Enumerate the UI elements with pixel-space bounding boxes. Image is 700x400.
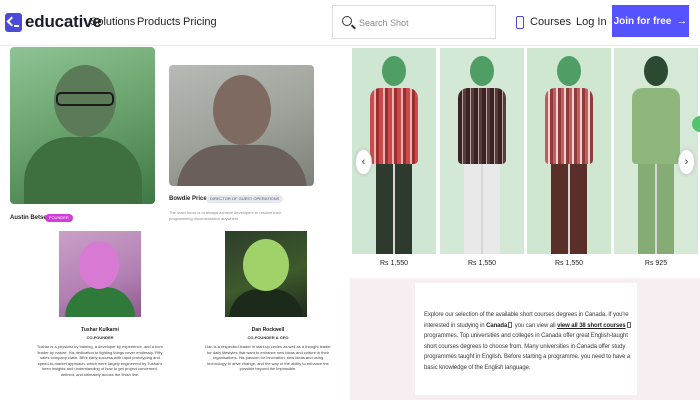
checked-shirt: [458, 88, 506, 164]
bowdie-role-badge: DIRECTOR OF GUEST OPERATIONS: [206, 195, 284, 203]
austin-photo: [10, 47, 155, 204]
nav-products[interactable]: Products: [137, 16, 180, 28]
info-panel: Explore our selection of the available s…: [350, 278, 700, 400]
info-paragraph: Explore our selection of the available s…: [424, 310, 632, 374]
nav-pricing[interactable]: Pricing: [183, 16, 217, 28]
green-shirt: [632, 88, 680, 164]
dan-name: Dan Rockwell: [251, 327, 285, 333]
austin-shirt: [24, 137, 142, 204]
model-legs: [464, 162, 500, 254]
country-text: Canada: [486, 322, 508, 329]
bowdie-photo: [169, 65, 314, 186]
team-section: Austin Betser FOUNDER Bowdie Price DIREC…: [0, 47, 350, 229]
info-text-2: you can view all: [513, 322, 558, 329]
view-all-courses-link[interactable]: view all 38 short courses: [557, 323, 626, 329]
austin-name: Austin Betser: [10, 215, 50, 221]
arrow-right-icon: →: [676, 15, 688, 27]
search-input[interactable]: [359, 15, 489, 31]
model-legs: [551, 162, 587, 254]
product-carousel: Rs 1,550 Rs 1,550 Rs 1,550 Rs 925 ‹ ›: [350, 46, 700, 278]
bowdie-head: [213, 75, 271, 145]
dan-photo: [225, 231, 307, 317]
join-for-free-button[interactable]: Join for free →: [612, 5, 689, 37]
model-head: [557, 56, 581, 86]
tushar-photo: [59, 231, 141, 317]
austin-role-badge: FOUNDER: [45, 214, 73, 222]
bowdie-name: Bowdie Price: [169, 196, 207, 202]
model-legs: [638, 162, 674, 254]
educative-logo-icon: [5, 12, 22, 32]
educative-logo[interactable]: educative: [5, 12, 102, 32]
tushar-role: CO-FOUNDER: [86, 335, 114, 340]
product-image[interactable]: [527, 48, 611, 254]
product-price: Rs 925: [644, 260, 668, 267]
courses-link[interactable]: Courses: [516, 14, 571, 30]
search-icon[interactable]: [342, 16, 352, 26]
tushar-shirt: [65, 287, 135, 317]
carousel-next-button[interactable]: ›: [678, 149, 695, 175]
checked-shirt: [370, 88, 418, 164]
external-link-icon: [626, 321, 631, 328]
tushar-name: Tushar Kulkarni: [81, 327, 119, 333]
model-head: [470, 56, 494, 86]
tushar-bio: Tushar is a physicist by training, a dev…: [36, 344, 164, 377]
model-head: [644, 56, 668, 86]
dan-head: [243, 239, 289, 291]
dan-role: CO-FOUNDER & CEO: [247, 335, 289, 340]
dan-bio: Dan is a respected leader in start-up ci…: [205, 344, 331, 372]
glasses-shape: [56, 92, 114, 106]
login-link[interactable]: Log In: [576, 16, 607, 28]
dan-shirt: [229, 289, 303, 317]
tushar-head: [79, 241, 119, 289]
chevron-right-icon: ›: [684, 156, 689, 168]
model-legs: [376, 162, 412, 254]
nav-solutions[interactable]: Solutions: [90, 16, 135, 28]
info-card: Explore our selection of the available s…: [415, 283, 637, 395]
product-price: Rs 1,550: [554, 260, 584, 267]
external-link-icon: [508, 321, 513, 328]
product-price: Rs 1,550: [467, 260, 497, 267]
carousel-prev-button[interactable]: ‹: [355, 149, 372, 175]
chevron-left-icon: ‹: [361, 156, 366, 168]
mobile-icon: [516, 15, 524, 29]
checked-shirt: [545, 88, 593, 164]
product-price: Rs 1,550: [379, 260, 409, 267]
join-button-label: Join for free: [613, 15, 672, 27]
product-image[interactable]: [440, 48, 524, 254]
top-navbar: educative Solutions Products Pricing Cou…: [0, 0, 700, 46]
bowdie-shirt: [177, 145, 307, 186]
bowdie-bio: The main focus is to always achieve deve…: [169, 210, 282, 221]
model-head: [382, 56, 406, 86]
info-text-3: programmes. Top universities and college…: [424, 333, 631, 371]
courses-label: Courses: [530, 16, 571, 28]
search-bar[interactable]: [332, 5, 496, 39]
founders-section: Tushar Kulkarni CO-FOUNDER Tushar is a p…: [0, 229, 350, 400]
